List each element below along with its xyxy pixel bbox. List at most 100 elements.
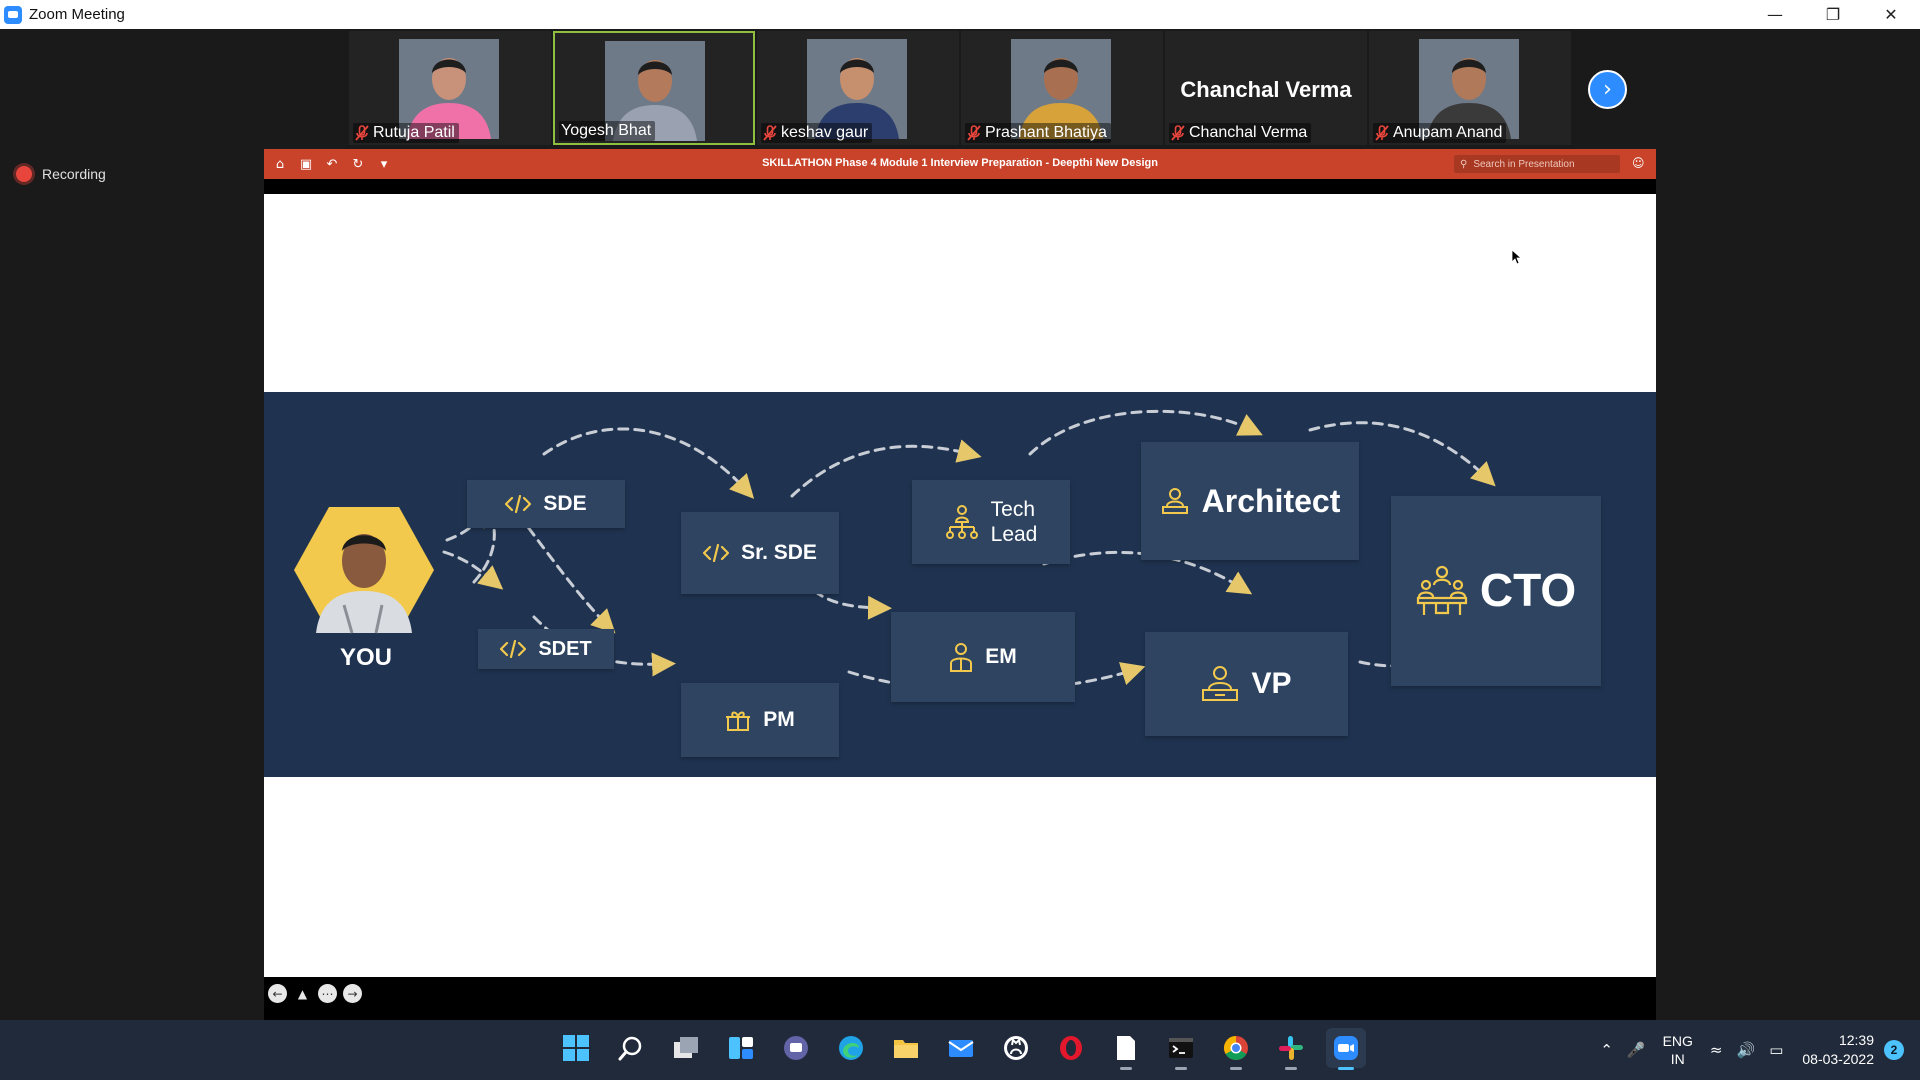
- mic-muted-icon: [967, 125, 981, 141]
- battery-icon[interactable]: ▭: [1769, 1041, 1783, 1059]
- edge-icon[interactable]: [831, 1028, 871, 1068]
- previous-slide-icon[interactable]: ←: [268, 984, 287, 1003]
- participant-tile[interactable]: Anupam Anand: [1369, 31, 1571, 145]
- career-box-label: Architect: [1201, 482, 1341, 519]
- career-box-sdet: SDET: [478, 629, 614, 669]
- share-user-icon[interactable]: ☺: [1632, 156, 1648, 172]
- teams-chat-icon[interactable]: [776, 1028, 816, 1068]
- notepad-icon[interactable]: [1106, 1028, 1146, 1070]
- microphone-icon[interactable]: 🎤: [1627, 1041, 1646, 1059]
- manager-icon: [949, 642, 973, 672]
- wifi-icon[interactable]: ≈: [1710, 1041, 1723, 1059]
- participant-tile[interactable]: keshav gaur: [757, 31, 959, 145]
- slack-icon[interactable]: [1271, 1028, 1311, 1070]
- participant-label: Yogesh Bhat: [559, 121, 656, 141]
- code-icon: [505, 495, 532, 513]
- participant-label: Rutuja Patil: [353, 123, 459, 143]
- meeting-area: Rutuja Patil Yogesh Bhat keshav gaur Pra…: [0, 29, 1920, 1021]
- github-icon[interactable]: [996, 1028, 1036, 1068]
- career-box-label: CTO: [1479, 564, 1577, 617]
- career-box-label: SDE: [543, 492, 587, 516]
- architect-stamp-icon: [1160, 486, 1190, 516]
- pointer-tool-icon[interactable]: ▲: [293, 984, 312, 1003]
- participant-name: Anupam Anand: [1393, 124, 1503, 141]
- mic-muted-icon: [355, 125, 369, 141]
- participant-label: Prashant Bhatiya: [965, 123, 1111, 143]
- taskbar-apps: [556, 1028, 1366, 1070]
- clock-time: 12:39: [1838, 1032, 1874, 1049]
- file-explorer-icon[interactable]: [886, 1028, 926, 1068]
- close-icon[interactable]: ✕: [1862, 0, 1920, 29]
- career-box-sr-sde: Sr. SDE: [681, 512, 839, 594]
- career-box-cto: CTO: [1391, 496, 1601, 686]
- participant-name: keshav gaur: [781, 124, 869, 141]
- participant-label: keshav gaur: [761, 123, 873, 143]
- career-box-pm: PM: [681, 683, 839, 757]
- task-view-icon[interactable]: [666, 1028, 706, 1068]
- career-box-em: EM: [891, 612, 1075, 702]
- mail-icon[interactable]: [941, 1028, 981, 1068]
- mic-muted-icon: [763, 125, 777, 141]
- clock-date: 08-03-2022: [1802, 1051, 1874, 1067]
- chrome-icon[interactable]: [1216, 1028, 1256, 1070]
- shared-screen: ⌂ ▣ ↶ ↻ ▾ SKILLATHON Phase 4 Module 1 In…: [264, 149, 1656, 1021]
- participant-tile[interactable]: Rutuja Patil: [349, 31, 551, 145]
- next-slide-icon[interactable]: →: [343, 984, 362, 1003]
- boardroom-icon: [1416, 565, 1468, 617]
- zoom-icon[interactable]: [1326, 1028, 1366, 1070]
- next-participants-button[interactable]: ›: [1588, 70, 1627, 109]
- search-icon: ⚲: [1460, 158, 1468, 170]
- participant-tile[interactable]: Prashant Bhatiya: [961, 31, 1163, 145]
- opera-icon[interactable]: [1051, 1028, 1091, 1068]
- recording-dot-icon: [16, 166, 32, 182]
- career-box-sde: SDE: [467, 480, 625, 528]
- slide: YOU SDE SDET Sr. SDE PM Tech Lead EM Arc…: [264, 194, 1656, 977]
- career-box-tech-lead: Tech Lead: [912, 480, 1070, 564]
- volume-icon[interactable]: 🔊: [1737, 1041, 1756, 1059]
- input-language[interactable]: ENG IN: [1663, 1032, 1693, 1068]
- system-tray: ⌃ 🎤 ENG IN ≈ 🔊 ▭ 12:39 08-03-2022 2: [1593, 1020, 1920, 1080]
- participant-strip: Rutuja Patil Yogesh Bhat keshav gaur Pra…: [349, 31, 1571, 145]
- career-box-label: VP: [1251, 667, 1292, 700]
- career-box-vp: VP: [1145, 632, 1348, 736]
- participant-display-name: Chanchal Verma: [1180, 77, 1352, 102]
- more-options-icon[interactable]: ⋯: [318, 984, 337, 1003]
- windows-start-icon[interactable]: [556, 1028, 596, 1068]
- you-avatar: [294, 507, 434, 634]
- restore-icon[interactable]: ❐: [1804, 0, 1862, 29]
- participant-name: Yogesh Bhat: [561, 122, 652, 139]
- presentation-title: SKILLATHON Phase 4 Module 1 Interview Pr…: [762, 157, 1158, 169]
- search-icon[interactable]: [611, 1028, 651, 1068]
- slide-navigation: ← ▲ ⋯ →: [268, 984, 362, 1003]
- participant-name: Prashant Bhatiya: [985, 124, 1107, 141]
- participant-name: Rutuja Patil: [373, 124, 455, 141]
- career-box-architect: Architect: [1141, 442, 1359, 560]
- minimize-icon[interactable]: —: [1746, 0, 1804, 29]
- executive-desk-icon: [1201, 665, 1239, 703]
- mic-muted-icon: [1375, 125, 1389, 141]
- gift-briefcase-icon: [725, 707, 751, 733]
- career-box-label: EM: [985, 645, 1017, 669]
- chevron-right-icon: ›: [1603, 77, 1612, 102]
- notification-badge[interactable]: 2: [1884, 1040, 1904, 1060]
- team-hierarchy-icon: [945, 504, 979, 540]
- you-label: YOU: [339, 644, 392, 671]
- clock[interactable]: 12:39 08-03-2022: [1802, 1031, 1874, 1069]
- widgets-icon[interactable]: [721, 1028, 761, 1068]
- participant-name: Chanchal Verma: [1189, 124, 1308, 141]
- zoom-app-icon: [4, 5, 22, 24]
- career-box-label: PM: [763, 708, 795, 732]
- window-title: Zoom Meeting: [29, 6, 125, 23]
- career-path-diagram: YOU SDE SDET Sr. SDE PM Tech Lead EM Arc…: [264, 392, 1656, 777]
- participant-tile-active-speaker[interactable]: Yogesh Bhat: [553, 31, 755, 145]
- window-titlebar: Zoom Meeting — ❐ ✕: [0, 0, 1920, 29]
- taskbar: ⌃ 🎤 ENG IN ≈ 🔊 ▭ 12:39 08-03-2022 2: [0, 1020, 1920, 1080]
- chevron-up-icon[interactable]: ⌃: [1600, 1041, 1613, 1059]
- recording-label: Recording: [42, 166, 106, 182]
- career-box-label: SDET: [538, 638, 592, 660]
- presentation-search[interactable]: ⚲ Search in Presentation: [1454, 155, 1620, 173]
- terminal-icon[interactable]: [1161, 1028, 1201, 1070]
- code-icon: [703, 544, 730, 562]
- recording-indicator[interactable]: Recording: [16, 166, 106, 182]
- participant-tile-no-video[interactable]: Chanchal Verma Chanchal Verma: [1165, 31, 1367, 145]
